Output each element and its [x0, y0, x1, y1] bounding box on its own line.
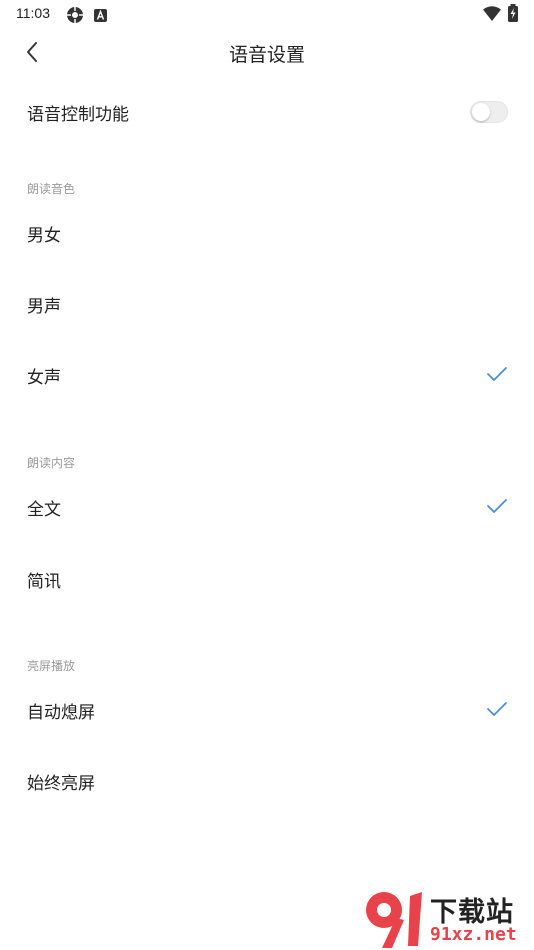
wifi-icon — [483, 6, 501, 25]
status-time: 11:03 — [16, 5, 50, 21]
option-female-voice[interactable]: 女声 — [0, 351, 534, 399]
check-icon — [487, 367, 507, 381]
battery-charging-icon — [507, 4, 519, 26]
option-male-female[interactable]: 男女 — [0, 209, 534, 257]
option-label: 全文 — [27, 500, 61, 520]
watermark-text-bottom: 91xz.net — [430, 924, 517, 945]
check-icon — [487, 702, 507, 716]
option-always-screen-on[interactable]: 始终亮屏 — [0, 757, 534, 805]
toggle-knob — [472, 103, 490, 121]
status-bar: 11:03 — [0, 0, 534, 28]
option-label: 自动熄屏 — [27, 703, 95, 723]
option-label: 始终亮屏 — [27, 774, 95, 794]
watermark-mark-icon — [366, 892, 422, 948]
check-icon — [487, 499, 507, 513]
option-full-text[interactable]: 全文 — [0, 483, 534, 531]
section-title-read-content: 朗读内容 — [27, 456, 76, 470]
watermark-logo: 下载站 91xz.net — [362, 888, 534, 950]
page-title: 语音设置 — [228, 44, 305, 66]
option-brief[interactable]: 简讯 — [0, 555, 534, 603]
option-auto-screen-off[interactable]: 自动熄屏 — [0, 686, 534, 734]
option-label: 女声 — [27, 368, 61, 388]
a-notification-icon — [94, 7, 107, 26]
section-title-screen-playback: 亮屏播放 — [27, 659, 76, 673]
settings-gear-icon — [66, 6, 84, 28]
header-bar: 语音设置 — [0, 28, 534, 76]
section-title-voice-tone: 朗读音色 — [27, 182, 76, 196]
voice-control-row: 语音控制功能 — [0, 88, 534, 136]
option-label: 简讯 — [27, 572, 61, 592]
option-male-voice[interactable]: 男声 — [0, 280, 534, 328]
voice-control-toggle[interactable] — [470, 101, 508, 123]
option-label: 男女 — [27, 226, 61, 246]
voice-control-label: 语音控制功能 — [27, 105, 129, 125]
option-label: 男声 — [27, 297, 61, 317]
